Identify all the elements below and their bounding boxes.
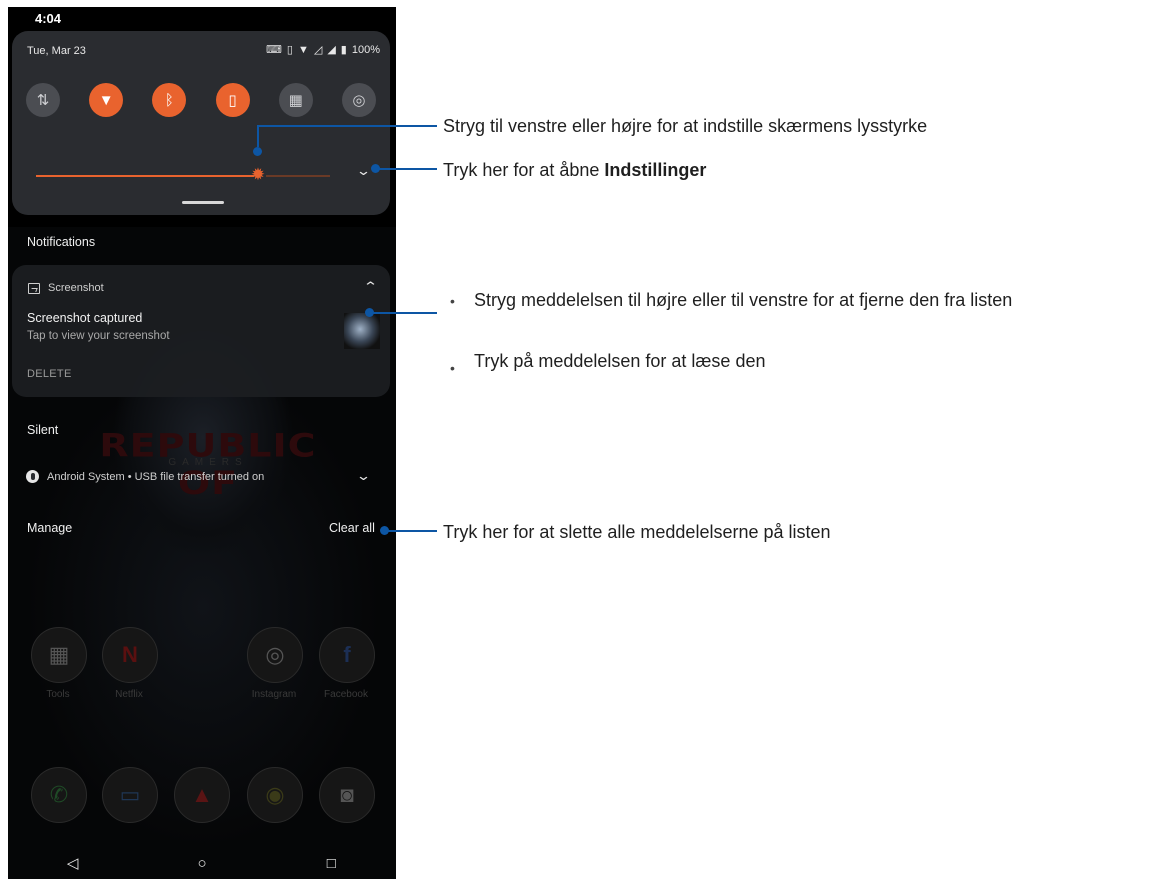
annotation-brightness: Stryg til venstre eller højre for at ind…	[443, 116, 928, 136]
data-transfer-icon: ⇅	[36, 92, 50, 109]
silent-section-label: Silent	[27, 423, 59, 437]
recents-icon[interactable]: □	[301, 855, 361, 872]
annotation-clear-all: Tryk her for at slette alle meddelelsern…	[443, 522, 831, 542]
tile-data-transfer[interactable]: ⇅	[26, 83, 60, 117]
netflix-icon[interactable]: N	[102, 627, 158, 683]
delete-button[interactable]: DELETE	[27, 368, 72, 380]
quick-settings-panel: Tue, Mar 23 ⌨ ▯ ▼ ◿ ◢ ▮ 100% ⇅ ▼ ᛒ ▯ ▦ ◎…	[12, 31, 390, 215]
status-bar: 4:04	[8, 7, 396, 31]
tile-hotspot[interactable]: ◎	[341, 83, 376, 117]
notification-app-name: Screenshot	[48, 282, 104, 294]
vibrate-icon: ▯	[228, 92, 237, 109]
annotation-settings: Tryk her for at åbne Indstillinger	[443, 160, 706, 181]
wallpaper-logo-subtext: GAMERS	[168, 457, 248, 468]
callout-line-brightness-v	[257, 125, 259, 147]
app-label-instagram: Instagram	[251, 689, 297, 700]
notification-app-row: Screenshot	[28, 282, 104, 294]
home-icon[interactable]: ○	[172, 855, 232, 872]
tile-vibrate[interactable]: ▯	[215, 83, 250, 117]
annotation-swipe-notification: Stryg meddelelsen til højre eller til ve…	[474, 290, 1013, 310]
wifi-icon: ▼	[98, 91, 114, 109]
hotspot-icon: ◎	[352, 92, 366, 109]
callout-line-brightness-h	[257, 125, 437, 127]
qs-expand-chevron-icon[interactable]: ⌄	[356, 163, 371, 179]
image-icon	[28, 282, 40, 294]
quick-tiles: ⇅ ▼ ᛒ ▯ ▦ ◎	[26, 83, 376, 117]
tile-qr-scan[interactable]: ▦	[278, 83, 313, 117]
qs-date: Tue, Mar 23	[27, 45, 86, 57]
instagram-icon[interactable]: ◎	[247, 627, 303, 683]
app-label-tools: Tools	[46, 689, 70, 700]
vibrate-status-icon: ▯	[286, 44, 293, 56]
app-label-netflix: Netflix	[115, 689, 143, 700]
keyboard-icon: ⌨	[266, 44, 282, 56]
screenshot-thumbnail[interactable]	[344, 313, 380, 349]
battery-icon: ▮	[340, 44, 347, 56]
qs-status-icons: ⌨ ▯ ▼ ◿ ◢ ▮ 100%	[266, 43, 380, 57]
bluetooth-icon: ᛒ	[164, 91, 174, 109]
expand-chevron-icon[interactable]: ⌄	[356, 468, 371, 484]
lte-icon: ◿	[313, 44, 323, 56]
manage-button[interactable]: Manage	[27, 521, 72, 535]
callout-line-settings	[378, 168, 437, 170]
messages-icon[interactable]: ▭	[102, 767, 158, 823]
facebook-icon[interactable]: f	[319, 627, 375, 683]
qs-drag-handle[interactable]	[182, 201, 224, 204]
wifi-status-icon: ▼	[297, 43, 309, 56]
battery-percent: 100%	[351, 43, 380, 56]
annotation-settings-bold: Indstillinger	[604, 160, 707, 180]
phone-icon[interactable]: ✆	[31, 767, 87, 823]
clear-all-button[interactable]: Clear all	[329, 521, 375, 535]
brightness-thumb[interactable]: ✹	[248, 165, 268, 185]
status-time: 4:04	[35, 11, 62, 26]
qr-scan-icon: ▦	[288, 92, 303, 109]
tile-wifi[interactable]: ▼	[89, 83, 124, 117]
bullet-swipe: •	[450, 293, 455, 309]
signal-icon: ◢	[327, 44, 336, 56]
brightness-icon: ✹	[250, 165, 266, 184]
screenshot-notification[interactable]: Screenshot ⌃ Screenshot captured Tap to …	[12, 265, 390, 397]
brightness-slider-track[interactable]	[266, 175, 330, 177]
callout-dot-brightness	[253, 147, 262, 156]
phone-screen: REPUBLIC OF GAMERS 4:04 Tue, Mar 23 ⌨ ▯ …	[8, 7, 396, 879]
notification-title: Screenshot captured	[27, 311, 143, 325]
callout-line-notification	[372, 312, 437, 314]
rog-icon[interactable]: ▲	[174, 767, 230, 823]
app-label-facebook: Facebook	[324, 689, 368, 700]
callout-line-clear-all	[387, 530, 437, 532]
annotation-tap-notification: Tryk på meddelelsen for at læse den	[474, 351, 766, 371]
android-system-icon	[26, 470, 39, 483]
android-system-notification[interactable]: Android System • USB file transfer turne…	[26, 470, 264, 483]
back-icon[interactable]: ◁	[43, 854, 103, 872]
annotation-settings-prefix: Tryk her for at åbne	[443, 160, 605, 180]
bullet-tap: •	[450, 360, 455, 376]
collapse-chevron-icon[interactable]: ⌃	[363, 279, 378, 295]
tools-folder-icon[interactable]: ▦	[31, 627, 87, 683]
navigation-bar: ◁ ○ □	[8, 847, 396, 879]
chrome-icon[interactable]: ◉	[247, 767, 303, 823]
notification-subtitle: Tap to view your screenshot	[27, 330, 170, 342]
notifications-header: Notifications	[27, 235, 96, 249]
tile-bluetooth[interactable]: ᛒ	[152, 83, 187, 117]
brightness-slider-fill[interactable]	[36, 175, 254, 177]
camera-icon[interactable]: ◙	[319, 767, 375, 823]
system-notification-text: Android System • USB file transfer turne…	[47, 470, 265, 483]
